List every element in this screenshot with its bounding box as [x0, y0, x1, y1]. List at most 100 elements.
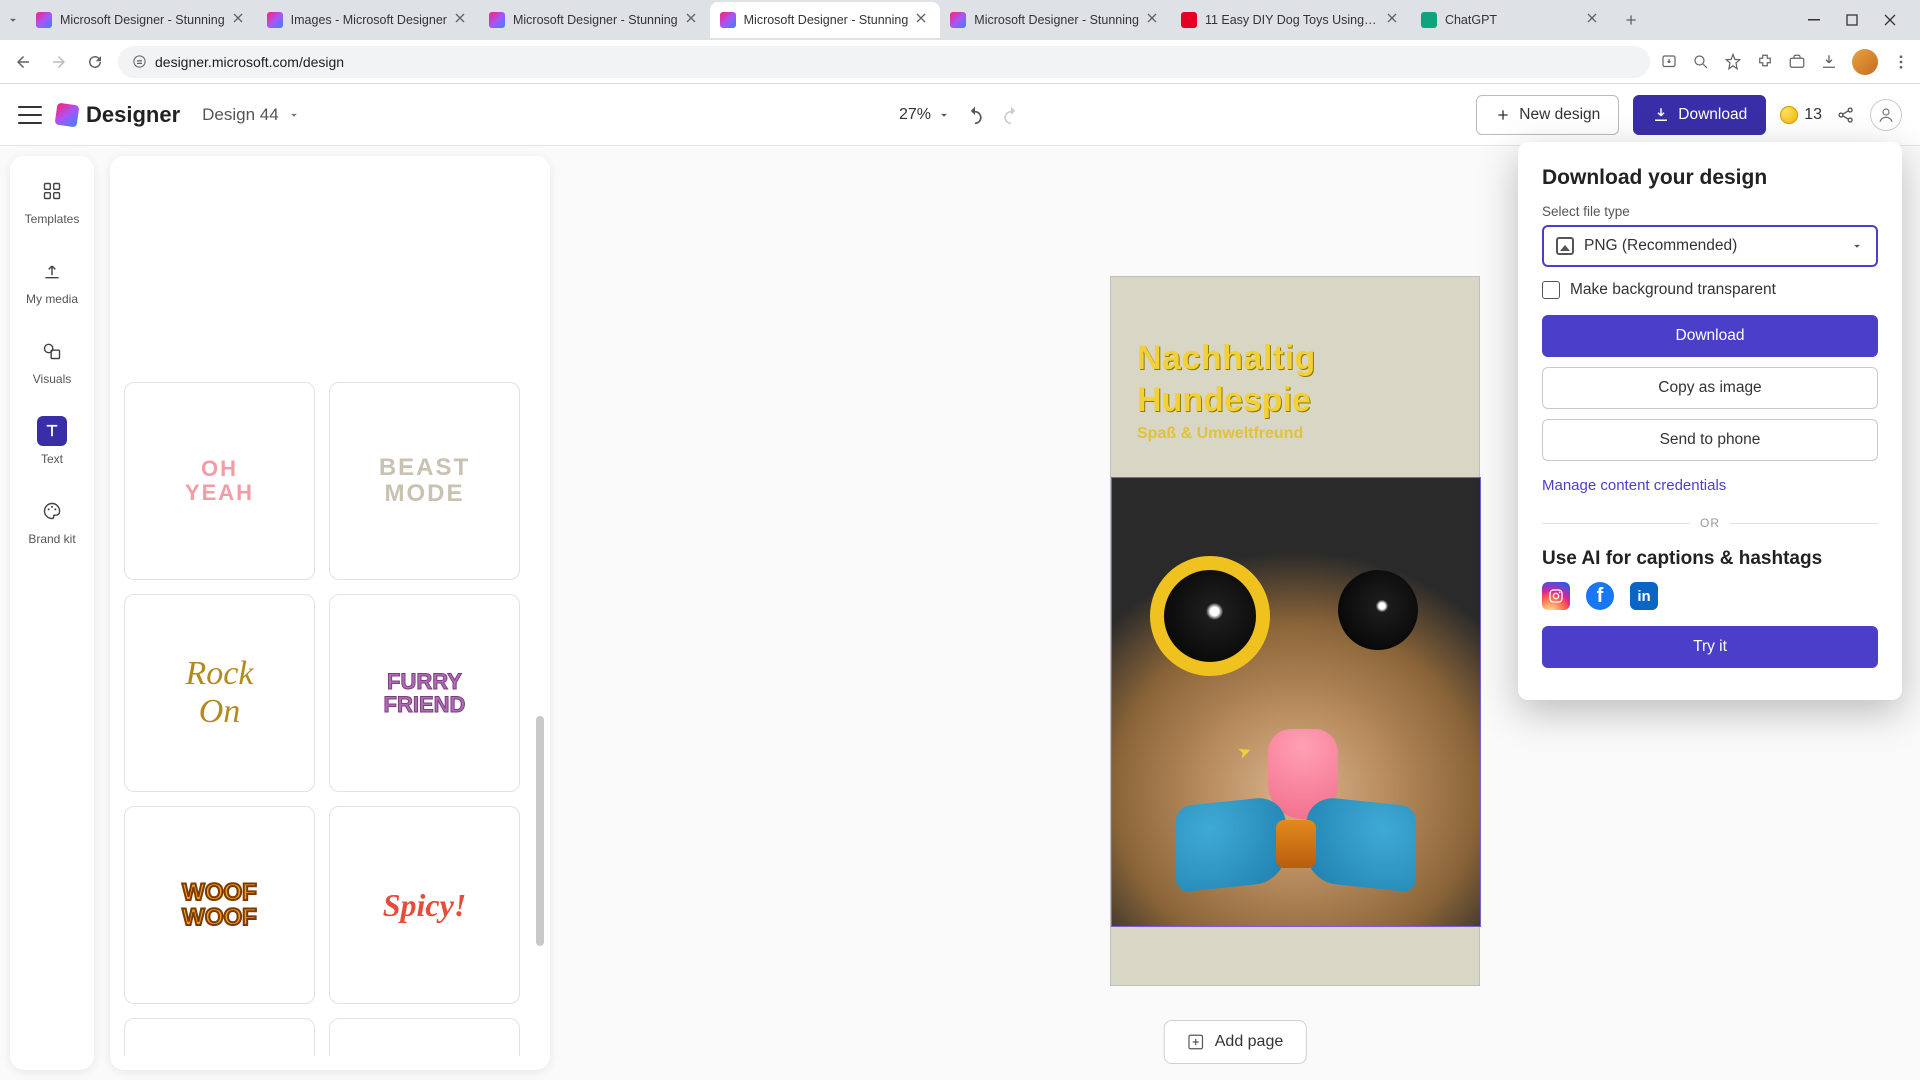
- canvas-headline-2[interactable]: Hundespie: [1137, 381, 1311, 420]
- window-minimize[interactable]: [1804, 14, 1824, 26]
- workspace: Templates My media Visuals Text Brand kit OH…: [0, 146, 1920, 1080]
- ai-captions-title: Use AI for captions & hashtags: [1542, 548, 1878, 570]
- credits-value: 13: [1804, 106, 1822, 124]
- undo-button[interactable]: [965, 105, 985, 125]
- instagram-icon[interactable]: [1542, 582, 1570, 610]
- coin-icon: [1780, 106, 1798, 124]
- tab-favicon: [36, 12, 52, 28]
- zoom-icon[interactable]: [1692, 53, 1710, 71]
- transparent-checkbox[interactable]: Make background transparent: [1542, 281, 1878, 299]
- rail-item-my-media[interactable]: My media: [10, 252, 94, 310]
- text-icon: [37, 416, 67, 446]
- send-phone-button[interactable]: Send to phone: [1542, 419, 1878, 461]
- credits-indicator[interactable]: 13: [1780, 106, 1822, 124]
- popover-download-button[interactable]: Download: [1542, 315, 1878, 357]
- image-icon: [1556, 237, 1574, 255]
- linkedin-icon[interactable]: in: [1630, 582, 1658, 610]
- text-preset[interactable]: FURRYFRIEND: [329, 594, 520, 792]
- tab-close-icon[interactable]: [1147, 13, 1161, 27]
- zoom-control[interactable]: 27%: [899, 106, 951, 124]
- tab-search-icon[interactable]: [6, 13, 20, 27]
- browser-tab[interactable]: Microsoft Designer - Stunning: [26, 2, 257, 38]
- rail-item-text[interactable]: Text: [10, 412, 94, 470]
- new-design-button[interactable]: New design: [1476, 95, 1619, 135]
- try-it-button[interactable]: Try it: [1542, 626, 1878, 668]
- window-close[interactable]: [1880, 14, 1900, 26]
- tab-title: Microsoft Designer - Stunning: [974, 13, 1139, 27]
- url-box[interactable]: designer.microsoft.com/design: [118, 46, 1650, 78]
- tab-close-icon[interactable]: [686, 13, 700, 27]
- design-title-dropdown[interactable]: Design 44: [202, 105, 301, 125]
- artboard[interactable]: Nachhaltig Hundespie Spaß & Umweltfreund: [1110, 276, 1480, 986]
- text-presets-panel: OHYEAH BEASTMODE RockOnFURRYFRIENDWOOFWOOF…: [110, 156, 550, 1070]
- rail-item-templates[interactable]: Templates: [10, 172, 94, 230]
- share-icon[interactable]: [1836, 105, 1856, 125]
- canvas-subtext[interactable]: Spaß & Umweltfreund: [1137, 425, 1303, 443]
- redo-button: [1001, 105, 1021, 125]
- downloads-icon[interactable]: [1820, 53, 1838, 71]
- browser-menu-icon[interactable]: [1892, 53, 1910, 71]
- bookmark-icon[interactable]: [1724, 53, 1742, 71]
- copy-image-button[interactable]: Copy as image: [1542, 367, 1878, 409]
- plus-icon: [1495, 107, 1511, 123]
- tab-close-icon[interactable]: [1387, 13, 1401, 27]
- tab-close-icon[interactable]: [455, 13, 469, 27]
- or-divider: OR: [1542, 514, 1878, 532]
- text-preset-label: BEASTMODE: [379, 455, 470, 508]
- tab-close-icon[interactable]: [233, 13, 247, 27]
- site-info-icon[interactable]: [132, 54, 147, 69]
- text-preset[interactable]: BONAPPÉTIT: [329, 1018, 520, 1056]
- profile-avatar[interactable]: [1852, 49, 1878, 75]
- profile-button[interactable]: [1870, 99, 1902, 131]
- extensions-icon[interactable]: [1756, 53, 1774, 71]
- tab-close-icon[interactable]: [916, 13, 930, 27]
- account-badge-icon[interactable]: [1788, 53, 1806, 71]
- browser-tab[interactable]: ChatGPT: [1411, 2, 1611, 38]
- facebook-icon[interactable]: f: [1586, 582, 1614, 610]
- try-it-label: Try it: [1693, 638, 1727, 656]
- zoom-value: 27%: [899, 106, 931, 124]
- popover-download-label: Download: [1676, 327, 1745, 345]
- browser-tab[interactable]: Microsoft Designer - Stunning: [940, 2, 1171, 38]
- tab-close-icon[interactable]: [1587, 13, 1601, 27]
- menu-toggle[interactable]: [18, 106, 42, 124]
- new-tab-button[interactable]: [1617, 6, 1645, 34]
- text-preset[interactable]: WOOFWOOF: [124, 806, 315, 1004]
- tab-title: ChatGPT: [1445, 13, 1579, 27]
- browser-tab[interactable]: Images - Microsoft Designer: [257, 2, 479, 38]
- header-center: 27%: [899, 105, 1021, 125]
- scrollbar-thumb[interactable]: [536, 716, 544, 946]
- text-preset[interactable]: Spicy!: [329, 806, 520, 1004]
- add-page-button[interactable]: Add page: [1164, 1020, 1307, 1064]
- browser-tab[interactable]: Microsoft Designer - Stunning: [479, 2, 710, 38]
- new-design-label: New design: [1519, 106, 1600, 124]
- install-app-icon[interactable]: [1660, 53, 1678, 71]
- text-preset-partial[interactable]: [329, 170, 520, 220]
- tab-title: 11 Easy DIY Dog Toys Using Fr: [1205, 13, 1379, 27]
- text-preset-partial[interactable]: [124, 170, 315, 220]
- content-credentials-link[interactable]: Manage content credentials: [1542, 477, 1726, 494]
- rail-item-brand-kit[interactable]: Brand kit: [10, 492, 94, 550]
- nav-back[interactable]: [10, 49, 36, 75]
- rail-item-visuals[interactable]: Visuals: [10, 332, 94, 390]
- download-button[interactable]: Download: [1633, 95, 1766, 135]
- canvas-image[interactable]: [1111, 477, 1481, 927]
- text-preset[interactable]: foodie: [124, 1018, 315, 1056]
- nav-reload[interactable]: [82, 49, 108, 75]
- text-preset[interactable]: RockOn: [124, 594, 315, 792]
- text-preset[interactable]: OHYEAH: [124, 382, 315, 580]
- file-type-select[interactable]: PNG (Recommended): [1542, 225, 1878, 267]
- browser-tab[interactable]: 11 Easy DIY Dog Toys Using Fr: [1171, 2, 1411, 38]
- canvas-headline-1[interactable]: Nachhaltig: [1137, 339, 1316, 378]
- window-maximize[interactable]: [1842, 14, 1862, 26]
- grid-icon: [37, 176, 67, 206]
- app-logo[interactable]: Designer: [56, 102, 180, 128]
- logo-text: Designer: [86, 102, 180, 128]
- transparent-label: Make background transparent: [1570, 281, 1776, 299]
- browser-chrome: Microsoft Designer - StunningImages - Mi…: [0, 0, 1920, 84]
- address-bar-icons: [1660, 49, 1910, 75]
- text-preset[interactable]: BEASTMODE: [329, 382, 520, 580]
- browser-tab[interactable]: Microsoft Designer - Stunning: [710, 2, 941, 38]
- shapes-icon: [37, 336, 67, 366]
- canvas-area[interactable]: Nachhaltig Hundespie Spaß & Umweltfreund…: [550, 146, 1920, 1080]
